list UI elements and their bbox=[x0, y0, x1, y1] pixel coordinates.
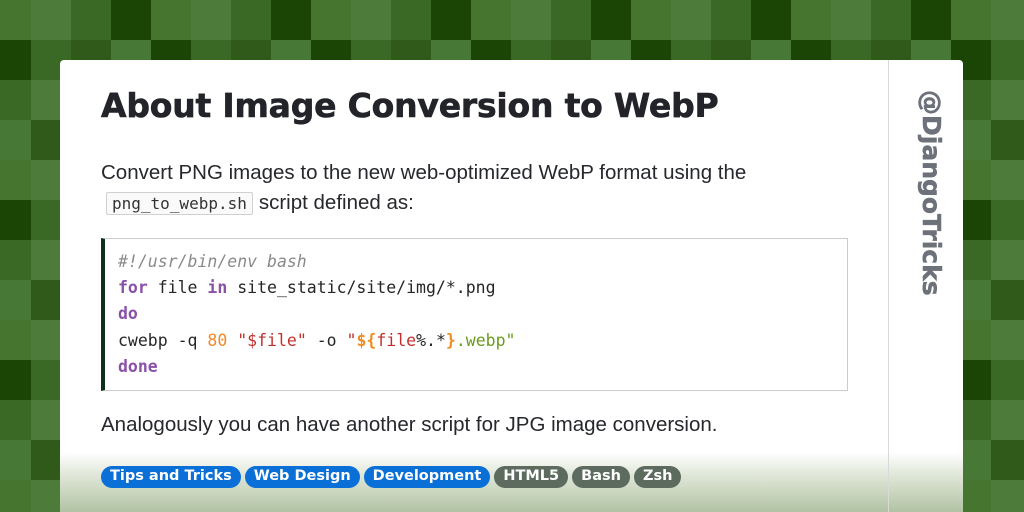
background-tile bbox=[951, 0, 991, 40]
code-token: do bbox=[118, 304, 138, 324]
background-tile bbox=[991, 240, 1024, 280]
background-tile bbox=[991, 0, 1024, 40]
background-tile bbox=[991, 360, 1024, 400]
tag-html5[interactable]: HTML5 bbox=[494, 466, 569, 488]
background-tile bbox=[351, 0, 391, 40]
background-tile bbox=[0, 160, 31, 200]
code-token: .webp" bbox=[455, 330, 516, 350]
code-line: done bbox=[118, 354, 847, 380]
background-tile bbox=[991, 280, 1024, 320]
background-tile bbox=[831, 0, 871, 40]
tag-zsh[interactable]: Zsh bbox=[633, 466, 682, 488]
background-tile bbox=[0, 200, 31, 240]
background-tile bbox=[991, 440, 1024, 480]
post-title: About Image Conversion to WebP bbox=[101, 86, 719, 126]
post-card: About Image Conversion to WebP Convert P… bbox=[60, 60, 963, 512]
background-tile bbox=[0, 320, 31, 360]
background-tile bbox=[71, 0, 111, 40]
background-tile bbox=[871, 0, 911, 40]
tag-web-design[interactable]: Web Design bbox=[244, 466, 360, 488]
background-tile bbox=[0, 240, 31, 280]
code-token: in bbox=[207, 278, 228, 298]
code-token: 80 bbox=[207, 330, 228, 350]
intro-text-after: script defined as: bbox=[258, 191, 414, 214]
background-tile bbox=[311, 0, 351, 40]
code-token: file bbox=[147, 278, 208, 298]
code-token: "$file" bbox=[237, 330, 307, 350]
code-line: for file in site_static/site/img/*.png bbox=[118, 275, 847, 301]
intro-paragraph: Convert PNG images to the new web-optimi… bbox=[101, 158, 841, 219]
background-tile bbox=[0, 480, 31, 512]
author-handle-text: @DjangoTricks bbox=[917, 90, 947, 296]
inline-code-filename: png_to_webp.sh bbox=[106, 192, 253, 215]
background-tile bbox=[271, 0, 311, 40]
code-block: #!/usr/bin/env bash for file in site_stat… bbox=[101, 238, 848, 391]
code-token: site_static/site/img/*.png bbox=[227, 278, 496, 298]
background-tile bbox=[991, 80, 1024, 120]
card-divider bbox=[888, 60, 889, 512]
background-tile bbox=[791, 0, 831, 40]
code-token: } bbox=[445, 330, 456, 350]
tag-development[interactable]: Development bbox=[363, 466, 491, 488]
background-tile bbox=[0, 0, 31, 40]
background-tile bbox=[991, 40, 1024, 80]
background-tile bbox=[471, 0, 511, 40]
tag-list: Tips and Tricks Web Design Development HTML… bbox=[101, 466, 682, 488]
background-tile bbox=[0, 440, 31, 480]
background-tile bbox=[0, 80, 31, 120]
background-tile bbox=[991, 160, 1024, 200]
background-tile bbox=[751, 0, 791, 40]
background-tile bbox=[191, 0, 231, 40]
code-token: #!/usr/bin/env bash bbox=[118, 252, 307, 271]
background-tile bbox=[991, 200, 1024, 240]
background-tile bbox=[991, 400, 1024, 440]
background-tile bbox=[991, 320, 1024, 360]
background-tile bbox=[31, 0, 71, 40]
background-tile bbox=[0, 280, 31, 320]
background-tile bbox=[911, 0, 951, 40]
background-tile bbox=[391, 0, 431, 40]
code-line: cwebp -q 80 "$file" -o "${file%.*}.webp" bbox=[118, 328, 847, 354]
code-token: for bbox=[118, 278, 148, 298]
author-handle: @DjangoTricks bbox=[912, 90, 947, 300]
intro-text: Convert PNG images to the new web-optimi… bbox=[101, 161, 747, 184]
background-tile bbox=[551, 0, 591, 40]
background-tile bbox=[431, 0, 471, 40]
background-tile bbox=[991, 480, 1024, 512]
background-tile bbox=[0, 120, 31, 160]
background-tile bbox=[151, 0, 191, 40]
background-tile bbox=[231, 0, 271, 40]
background-tile bbox=[671, 0, 711, 40]
background-tile bbox=[511, 0, 551, 40]
code-token: file bbox=[376, 330, 417, 350]
background-tile bbox=[631, 0, 671, 40]
code-token: ${ bbox=[356, 330, 377, 350]
code-token: done bbox=[118, 356, 158, 376]
background-tile bbox=[0, 40, 31, 80]
background-tile bbox=[111, 0, 151, 40]
code-line: do bbox=[118, 301, 847, 327]
code-token: -o bbox=[306, 330, 347, 350]
code-token: %.* bbox=[416, 330, 446, 350]
background-tile bbox=[991, 120, 1024, 160]
background-tile bbox=[711, 0, 751, 40]
outro-paragraph: Analogously you can have another script … bbox=[101, 413, 718, 436]
tag-tips-and-tricks[interactable]: Tips and Tricks bbox=[101, 466, 241, 488]
background-tile bbox=[591, 0, 631, 40]
tag-bash[interactable]: Bash bbox=[572, 466, 630, 488]
code-line: #!/usr/bin/env bash bbox=[118, 249, 847, 275]
background-tile bbox=[0, 360, 31, 400]
background-tile bbox=[0, 400, 31, 440]
code-token: " bbox=[346, 330, 357, 350]
code-token: cwebp -q bbox=[118, 330, 208, 350]
